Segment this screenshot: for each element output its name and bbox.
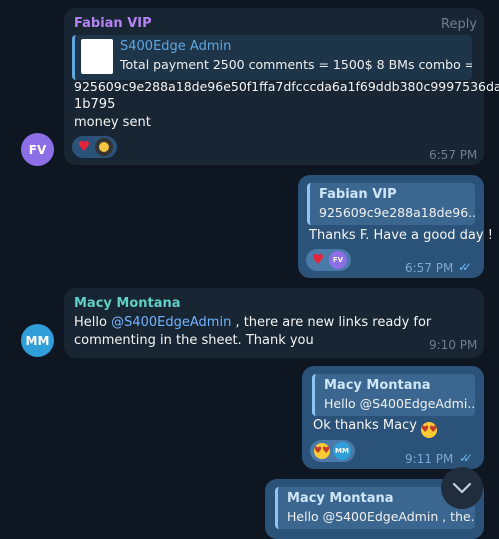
quote-text: 925609c9e288a18de96... <box>319 205 475 220</box>
reply-quote[interactable]: Macy Montana Hello @S400EdgeAdmi... <box>312 374 475 416</box>
message-text-content: Ok thanks Macy <box>313 418 417 433</box>
heart-eyes-emoji-icon: ♥♥ <box>421 422 437 438</box>
quote-sender: Fabian VIP <box>319 187 397 202</box>
message-macy-links[interactable]: Macy Montana Hello @S400EdgeAdmin , ther… <box>64 288 484 358</box>
heart-eyes-reaction-icon[interactable]: ♥♥ <box>314 443 330 459</box>
double-check-icon: ✓✓ <box>459 451 473 465</box>
reply-quote[interactable]: Fabian VIP 925609c9e288a18de96... <box>307 183 475 225</box>
heart-reaction-icon[interactable]: ♥ <box>310 252 326 268</box>
message-outgoing-thanks[interactable]: Fabian VIP 925609c9e288a18de96... Thanks… <box>298 175 493 278</box>
message-time: 6:57 PM <box>405 261 454 275</box>
quote-sender: Macy Montana <box>324 378 431 393</box>
reaction-user-avatar: MM <box>333 442 351 460</box>
avatar[interactable]: MM <box>21 324 54 357</box>
mention-link[interactable]: @S400EdgeAdmin <box>111 315 231 330</box>
avatar[interactable]: FV <box>21 133 54 166</box>
message-text-line: money sent <box>74 115 151 130</box>
reactions[interactable]: ♥♥ MM <box>310 440 355 462</box>
sender-name[interactable]: Macy Montana <box>74 296 181 311</box>
message-text-start: Hello <box>74 315 112 330</box>
message-text-line: 925609c9e288a18de96e50f1ffa7dfcccda6a1f6… <box>74 79 499 94</box>
reaction-user-avatar: FV <box>329 251 347 269</box>
message-text: Thanks F. Have a good day ! <box>309 228 493 243</box>
quote-text: Total payment 2500 comments = 1500$ 8 BM… <box>120 57 472 72</box>
scroll-down-button[interactable] <box>441 467 483 509</box>
quote-sender: S400Edge Admin <box>120 39 232 54</box>
message-fabian-payment[interactable]: Fabian VIP Reply S400Edge Admin Total pa… <box>64 8 499 165</box>
quote-thumbnail <box>81 39 113 74</box>
reaction-user-avatar <box>95 138 113 156</box>
double-check-icon: ✓✓ <box>458 260 472 274</box>
reactions[interactable]: ♥ FV <box>306 249 351 271</box>
sender-name[interactable]: Fabian VIP <box>74 16 152 31</box>
message-time: 9:11 PM <box>405 452 454 466</box>
message-time: 6:57 PM <box>429 148 478 162</box>
chevron-down-icon <box>452 482 472 494</box>
quote-sender: Macy Montana <box>287 491 394 506</box>
reactions[interactable]: ♥ <box>72 136 117 158</box>
quote-text: Hello @S400EdgeAdmin , the... <box>287 509 475 524</box>
message-time: 9:10 PM <box>429 338 478 352</box>
message-text-line: 1b795 <box>74 97 116 112</box>
heart-reaction-icon[interactable]: ♥ <box>76 139 92 155</box>
reply-quote[interactable]: S400Edge Admin Total payment 2500 commen… <box>72 35 472 80</box>
quote-text: Hello @S400EdgeAdmi... <box>324 396 475 411</box>
reply-button[interactable]: Reply <box>441 17 477 32</box>
message-text: Hello @S400EdgeAdmin , there are new lin… <box>74 314 479 350</box>
message-outgoing-ok[interactable]: Macy Montana Hello @S400EdgeAdmi... Ok t… <box>302 366 484 469</box>
message-text: Ok thanks Macy ♥♥ <box>313 417 437 438</box>
